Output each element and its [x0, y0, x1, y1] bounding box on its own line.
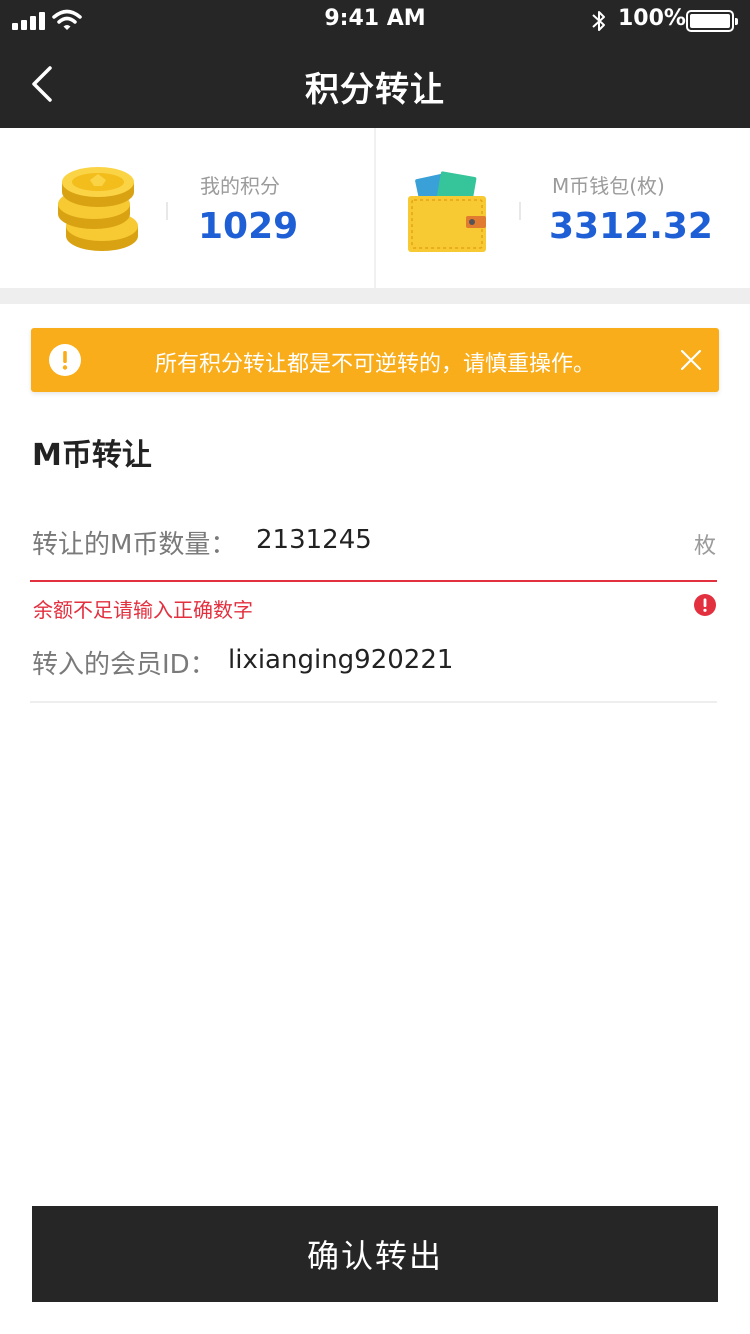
points-value: 1029 [198, 206, 299, 247]
section-title: M币转让 [32, 438, 152, 473]
battery-percentage: 100% [618, 6, 686, 31]
battery-icon [686, 10, 738, 32]
balance-summary: 我的积分 1029 M币钱包(枚) 3312.32 [0, 128, 750, 288]
points-label: 我的积分 [200, 174, 280, 198]
wallet-value: 3312.32 [549, 206, 713, 247]
confirm-transfer-button[interactable]: 确认转出 [32, 1206, 718, 1302]
bluetooth-icon [592, 11, 605, 31]
close-icon[interactable] [677, 346, 705, 374]
amount-label: 转让的M币数量： [32, 530, 237, 560]
status-bar: 9:41 AM 100% [0, 0, 750, 42]
amount-input[interactable] [256, 522, 676, 558]
wallet-icon [408, 171, 486, 252]
amount-input-underline [30, 580, 717, 582]
member-id-input[interactable] [228, 642, 688, 678]
member-id-label: 转入的会员ID： [32, 650, 216, 680]
wallet-label: M币钱包(枚) [552, 174, 665, 198]
section-separator [0, 288, 750, 304]
amount-error-message: 余额不足请输入正确数字 [33, 598, 253, 622]
warning-message: 所有积分转让都是不可逆转的，请慎重操作。 [154, 352, 595, 377]
amount-unit: 枚 [694, 534, 717, 559]
member-id-underline [30, 701, 717, 703]
navigation-bar: 9:41 AM 100% 积分转让 [0, 0, 750, 128]
page-title: 积分转让 [305, 70, 445, 110]
error-icon [694, 594, 716, 616]
coins-icon [58, 167, 138, 251]
warning-banner: 所有积分转让都是不可逆转的，请慎重操作。 [31, 328, 719, 392]
